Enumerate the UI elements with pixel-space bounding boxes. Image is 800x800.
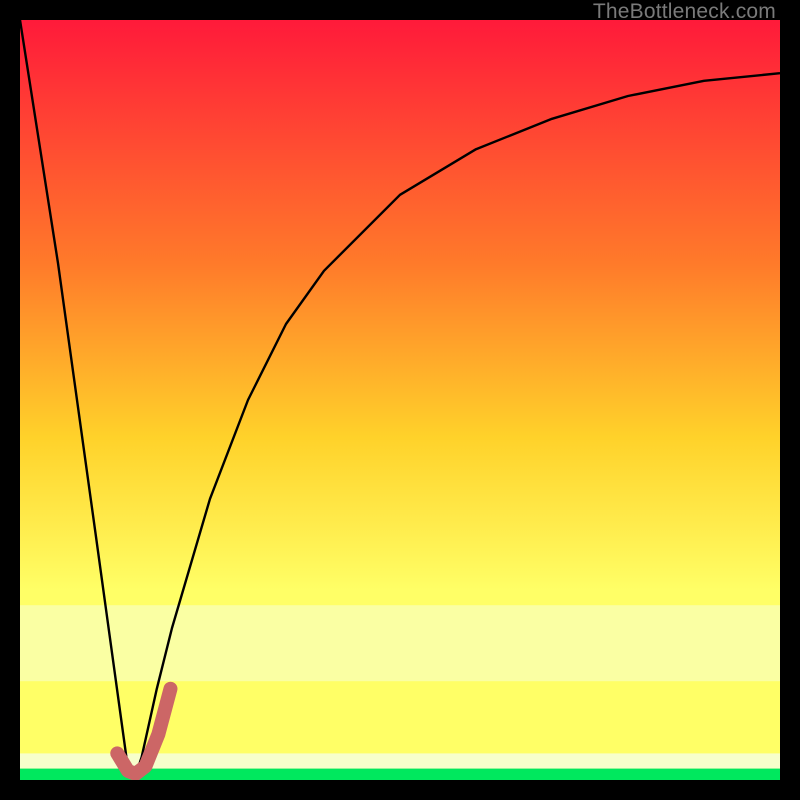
bottleneck-chart <box>20 20 780 780</box>
band-pale <box>20 605 780 681</box>
watermark-text: TheBottleneck.com <box>593 0 776 24</box>
chart-svg <box>20 20 780 780</box>
